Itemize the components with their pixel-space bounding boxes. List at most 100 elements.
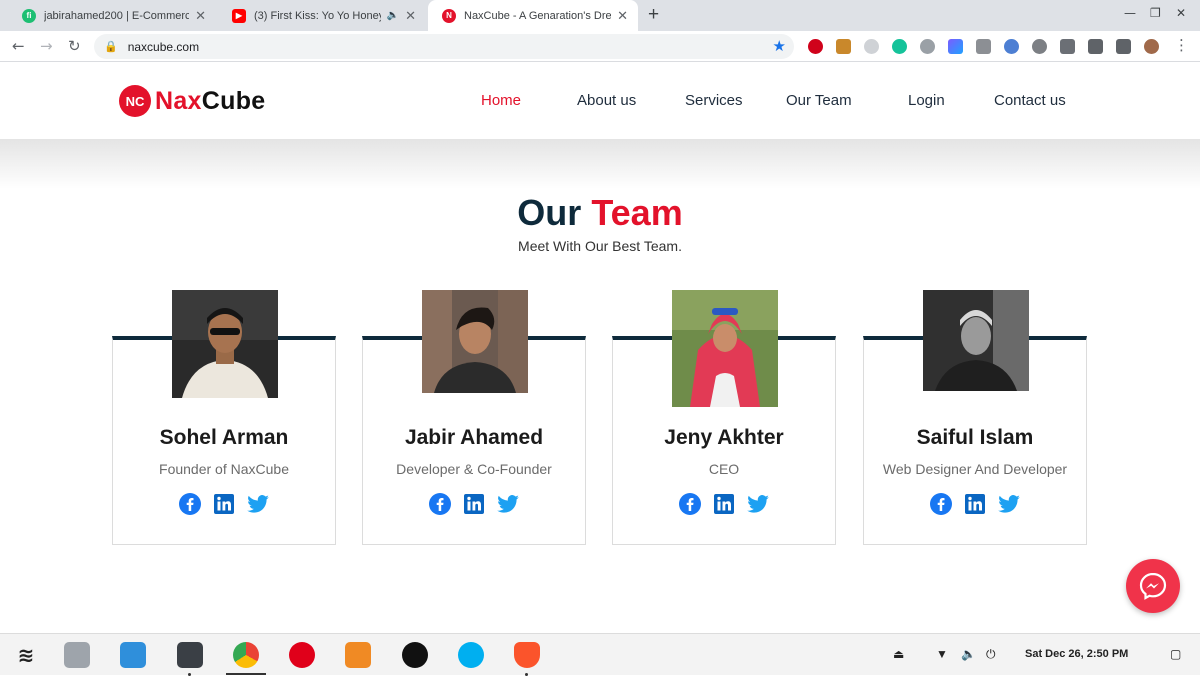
linkedin-icon[interactable]	[964, 493, 986, 515]
zorin-menu-icon[interactable]: ≋	[13, 642, 39, 668]
close-icon[interactable]: ✕	[405, 8, 416, 24]
section-subtitle: Meet With Our Best Team.	[518, 238, 682, 254]
close-icon[interactable]: ✕	[195, 8, 206, 24]
twitter-icon[interactable]	[497, 493, 519, 515]
address-bar[interactable]: 🔒 naxcube.com ★	[94, 34, 794, 59]
lock-icon: 🔒	[104, 40, 118, 53]
nav-contact-us[interactable]: Contact us	[994, 92, 1066, 109]
reload-icon[interactable]: ↻	[68, 37, 81, 55]
grammarly-icon[interactable]	[892, 39, 907, 54]
browser-tab-bar: fi jabirahamed200 | E-Commerce ✕ ▶ (3) F…	[0, 0, 1200, 31]
logo-text: NaxCube	[155, 86, 266, 115]
obs-icon[interactable]	[402, 642, 428, 668]
eyedropper-icon[interactable]	[1060, 39, 1075, 54]
volume-icon[interactable]: 🔈	[961, 647, 976, 661]
facebook-icon[interactable]	[179, 493, 201, 515]
social-links	[113, 493, 335, 515]
linkedin-icon[interactable]	[463, 493, 485, 515]
social-links	[613, 493, 835, 515]
messenger-chat-button[interactable]	[1126, 559, 1180, 613]
facebook-icon[interactable]	[429, 493, 451, 515]
media-queue-icon[interactable]	[1116, 39, 1131, 54]
member-name: Jeny Akhter	[664, 426, 784, 449]
member-name: Saiful Islam	[916, 426, 1034, 449]
new-tab-button[interactable]: +	[648, 4, 659, 26]
power-icon[interactable]: ⏻	[986, 647, 996, 662]
grey-extension-icon[interactable]	[864, 39, 879, 54]
member-name: Jabir Ahamed	[404, 426, 544, 449]
facebook-icon[interactable]	[930, 493, 952, 515]
youtube-icon: ▶	[232, 8, 246, 23]
naxcube-logo[interactable]: NC NaxCube	[119, 85, 265, 117]
opera-extension-icon[interactable]	[808, 39, 823, 54]
member-role: Web Designer And Developer	[882, 461, 1068, 477]
tab-title: jabirahamed200 | E-Commerce	[44, 9, 190, 22]
browser-tab-fiverr[interactable]: fi jabirahamed200 | E-Commerce ✕	[8, 0, 216, 31]
wifi-icon[interactable]: ▼	[936, 647, 948, 661]
skype-icon[interactable]	[458, 642, 484, 668]
search-extension-icon[interactable]	[1004, 39, 1019, 54]
member-role: Founder of NaxCube	[159, 461, 289, 477]
speaker-icon[interactable]: 🔈	[387, 10, 399, 21]
linkedin-icon[interactable]	[213, 493, 235, 515]
opera-icon[interactable]	[289, 642, 315, 668]
colorful-extension-icon[interactable]	[948, 39, 963, 54]
member-role: CEO	[708, 461, 740, 477]
member-photo	[672, 290, 778, 407]
twitter-icon[interactable]	[998, 493, 1020, 515]
browser-tab-naxcube[interactable]: N NaxCube - A Genaration's Dre ✕	[428, 0, 638, 31]
tab-title: NaxCube - A Genaration's Dre	[464, 9, 612, 22]
camera-icon[interactable]	[976, 39, 991, 54]
member-photo	[422, 290, 528, 393]
forward-icon[interactable]: →	[40, 37, 53, 55]
browser-tab-youtube[interactable]: ▶ (3) First Kiss: Yo Yo Honey 🔈 ✕	[218, 0, 426, 31]
wordpress-icon[interactable]	[920, 39, 935, 54]
member-photo	[172, 290, 278, 398]
header-shadow	[0, 139, 1200, 189]
social-links	[363, 493, 585, 515]
nav-services[interactable]: Services	[685, 92, 743, 109]
files-icon[interactable]	[64, 642, 90, 668]
twitter-icon[interactable]	[247, 493, 269, 515]
member-photo	[923, 290, 1029, 391]
window-close-icon[interactable]: ✕	[1176, 6, 1186, 20]
twitter-icon[interactable]	[747, 493, 769, 515]
tab-title: (3) First Kiss: Yo Yo Honey	[254, 9, 381, 22]
logo-mark: NC	[119, 85, 151, 117]
close-icon[interactable]: ✕	[617, 8, 628, 24]
brave-icon[interactable]	[514, 642, 540, 668]
messenger-icon	[1139, 572, 1167, 600]
social-links	[864, 493, 1086, 515]
profile-avatar[interactable]	[1144, 39, 1159, 54]
restore-icon[interactable]: ❐	[1150, 6, 1161, 20]
section-title: Our Team	[517, 192, 683, 233]
linkedin-icon[interactable]	[713, 493, 735, 515]
nav-login[interactable]: Login	[908, 92, 945, 109]
system-clock[interactable]: Sat Dec 26, 2:50 PM	[1025, 648, 1128, 660]
facebook-icon[interactable]	[679, 493, 701, 515]
show-desktop-icon[interactable]: ▢	[1170, 647, 1181, 661]
nav-home[interactable]: Home	[481, 92, 521, 109]
eject-icon[interactable]: ⏏	[893, 647, 904, 661]
back-icon[interactable]: ←	[12, 37, 25, 55]
shield-extension-icon[interactable]	[836, 39, 851, 54]
browser-toolbar: ← → ↻ 🔒 naxcube.com ★ ⋮	[0, 31, 1200, 62]
minimize-icon[interactable]: —	[1124, 6, 1136, 20]
nav-our-team[interactable]: Our Team	[786, 92, 852, 109]
url-text[interactable]: naxcube.com	[128, 40, 199, 54]
puzzle-extensions-icon[interactable]	[1088, 39, 1103, 54]
naxcube-icon: N	[442, 8, 456, 23]
terminal-icon[interactable]	[177, 642, 203, 668]
member-role: Developer & Co-Founder	[396, 461, 552, 477]
menu-dots-icon[interactable]: ⋮	[1174, 36, 1189, 54]
software-store-icon[interactable]	[120, 642, 146, 668]
site-header: NC NaxCube Home About us Services Our Te…	[0, 63, 1200, 139]
nav-about-us[interactable]: About us	[577, 92, 636, 109]
member-name: Sohel Arman	[159, 426, 289, 449]
chrome-icon[interactable]	[233, 642, 259, 668]
os-taskbar: ≋ ⏏ ▼ 🔈 ⏻ Sat Dec 26, 2:50 PM ▢	[0, 633, 1200, 676]
bookmark-star-icon[interactable]: ★	[773, 37, 786, 55]
cloud-extension-icon[interactable]	[1032, 39, 1047, 54]
sublime-text-icon[interactable]	[345, 642, 371, 668]
fiverr-icon: fi	[22, 8, 36, 23]
